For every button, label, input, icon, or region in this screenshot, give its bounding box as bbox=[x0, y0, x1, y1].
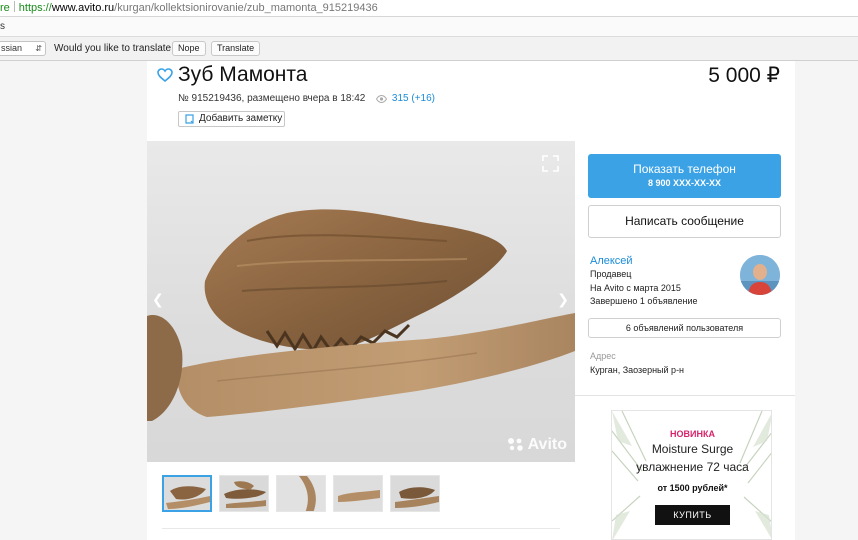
fullscreen-icon[interactable] bbox=[542, 155, 559, 172]
ad-product: Moisture Surge bbox=[651, 442, 734, 456]
translate-question: Would you like to translate it? bbox=[54, 43, 185, 54]
heart-icon[interactable] bbox=[157, 68, 173, 82]
seller-role: Продавец bbox=[590, 269, 632, 279]
main-photo[interactable]: ❮ ❯ Avito bbox=[147, 141, 575, 462]
seller-ads-button[interactable]: 6 объявлений пользователя bbox=[588, 318, 781, 338]
views-count: 315 (+16) bbox=[391, 93, 435, 104]
add-note-label: Добавить заметку bbox=[199, 113, 283, 124]
language-select[interactable]: ssian ⇵ bbox=[0, 41, 46, 56]
thumbnail[interactable] bbox=[390, 475, 440, 512]
ad-price: от 1500 рублей* bbox=[657, 483, 728, 493]
url-divider bbox=[13, 1, 15, 12]
language-value: ssian bbox=[1, 43, 23, 53]
write-message-button[interactable]: Написать сообщение bbox=[588, 205, 781, 238]
seller-name-link[interactable]: Алексей bbox=[590, 255, 633, 267]
url-protocol: https:// bbox=[18, 2, 52, 14]
avito-logo-icon bbox=[507, 438, 523, 451]
nope-button[interactable]: Nope bbox=[172, 41, 206, 56]
avatar[interactable] bbox=[740, 255, 780, 295]
show-phone-button[interactable]: Показать телефон 8 900 XXX-XX-XX bbox=[588, 154, 781, 198]
updown-chevron-icon: ⇵ bbox=[35, 44, 42, 53]
phone-number: 8 900 XXX-XX-XX bbox=[647, 178, 722, 188]
mammoth-tooth-photo bbox=[147, 209, 575, 421]
previous-photo-arrow-icon[interactable]: ❮ bbox=[152, 291, 164, 308]
ad-buy-button[interactable]: КУПИТЬ bbox=[655, 505, 730, 525]
listing-title: Зуб Мамонта bbox=[178, 63, 308, 86]
bookmarks-label[interactable]: s bbox=[0, 21, 5, 32]
address-bar[interactable]: re https://www.avito.ru/kurgan/kollektsio… bbox=[0, 0, 858, 17]
note-icon bbox=[185, 114, 194, 124]
address-value: Курган, Заозерный р-н bbox=[590, 365, 685, 375]
thumbnail[interactable] bbox=[276, 475, 326, 512]
listing-price: 5 000 ₽ bbox=[708, 64, 780, 87]
address-label: Адрес bbox=[590, 351, 616, 361]
ad-banner[interactable]: НОВИНКА Moisture Surge увлажнение 72 час… bbox=[611, 410, 772, 540]
ad-badge: НОВИНКА bbox=[670, 429, 715, 439]
secure-label: re bbox=[0, 2, 10, 14]
listing-number-date: № 915219436, размещено вчера в 18:42 bbox=[178, 93, 366, 104]
seller-completed: Завершено 1 объявление bbox=[590, 296, 698, 306]
add-note-button[interactable]: Добавить заметку bbox=[178, 111, 285, 127]
avito-watermark: Avito bbox=[507, 436, 567, 454]
thumbnail-divider bbox=[162, 528, 560, 529]
show-phone-label: Показать телефон bbox=[633, 162, 736, 176]
bookmarks-bar: s bbox=[0, 17, 858, 37]
translate-button[interactable]: Translate bbox=[211, 41, 261, 56]
url-path: /kurgan/kollektsionirovanie/zub_mamonta_… bbox=[114, 2, 378, 14]
seller-since: На Avito с марта 2015 bbox=[590, 283, 681, 293]
listing-meta: № 915219436, размещено вчера в 18:42 315… bbox=[178, 93, 435, 104]
watermark-text: Avito bbox=[527, 436, 567, 453]
thumbnail[interactable] bbox=[162, 475, 212, 512]
ad-description: увлажнение 72 часа bbox=[636, 460, 749, 474]
right-divider bbox=[575, 395, 795, 396]
url-host: www.avito.ru bbox=[51, 2, 115, 14]
thumbnail[interactable] bbox=[219, 475, 269, 512]
next-photo-arrow-icon[interactable]: ❯ bbox=[557, 291, 569, 308]
thumbnail[interactable] bbox=[333, 475, 383, 512]
translate-bar: ssian ⇵ Would you like to translate it? … bbox=[0, 37, 858, 61]
eye-icon bbox=[376, 95, 388, 103]
